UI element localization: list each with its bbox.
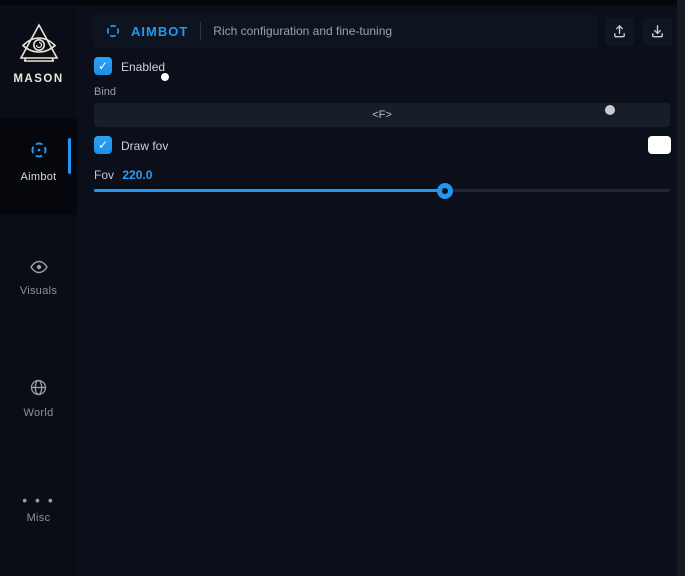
app-logo-text: MASON (0, 73, 77, 85)
sidebar-item-world[interactable]: World (0, 379, 77, 429)
fov-value: 220.0 (122, 168, 152, 182)
sidebar-item-label: Aimbot (0, 171, 77, 183)
fov-slider-handle[interactable] (437, 183, 453, 199)
bind-label: Bind (94, 86, 116, 98)
sidebar-item-misc[interactable]: • • • Misc (0, 495, 77, 545)
sidebar-item-visuals[interactable]: Visuals (0, 260, 77, 310)
sidebar-item-aimbot[interactable]: Aimbot (0, 118, 77, 215)
ellipsis-icon: • • • (0, 495, 77, 505)
eye-icon (30, 260, 48, 279)
page-header: AIMBOT Rich configuration and fine-tunin… (93, 14, 598, 48)
page-subtitle: Rich configuration and fine-tuning (213, 24, 392, 38)
app-logo: MASON (0, 21, 77, 85)
upload-icon (612, 24, 627, 39)
draw-fov-label: Draw fov (121, 139, 168, 153)
checkmark-icon: ✓ (98, 138, 108, 152)
mouse-cursor-dot (161, 73, 169, 81)
crosshair-icon (29, 140, 49, 165)
bind-key-input[interactable]: <F> (94, 103, 670, 127)
export-config-button[interactable] (605, 17, 634, 46)
crosshair-icon (105, 23, 121, 39)
header-divider (200, 22, 201, 40)
download-icon (650, 24, 665, 39)
page-title: AIMBOT (131, 24, 188, 39)
enabled-checkbox[interactable]: ✓ (94, 57, 112, 75)
draw-fov-checkbox[interactable]: ✓ (94, 136, 112, 154)
globe-icon (30, 379, 47, 401)
enabled-label: Enabled (121, 60, 165, 74)
fov-value-line: Fov 220.0 (94, 168, 152, 182)
window-top-edge (0, 0, 685, 5)
checkmark-icon: ✓ (98, 59, 108, 73)
fov-color-swatch[interactable] (648, 136, 671, 154)
sidebar-item-label: Visuals (0, 285, 77, 297)
import-config-button[interactable] (643, 17, 672, 46)
pyramid-eye-logo-icon (0, 21, 77, 69)
sidebar-item-label: Misc (0, 512, 77, 524)
fov-slider[interactable] (94, 189, 670, 192)
sidebar: MASON Aimbot Visuals World (0, 5, 77, 576)
bind-key-value: <F> (372, 109, 392, 121)
bind-input-dot (605, 105, 615, 115)
active-item-indicator (68, 138, 71, 174)
fov-label: Fov (94, 168, 114, 182)
sidebar-item-label: World (0, 407, 77, 419)
window-right-edge (677, 0, 685, 576)
fov-slider-fill (94, 189, 445, 192)
